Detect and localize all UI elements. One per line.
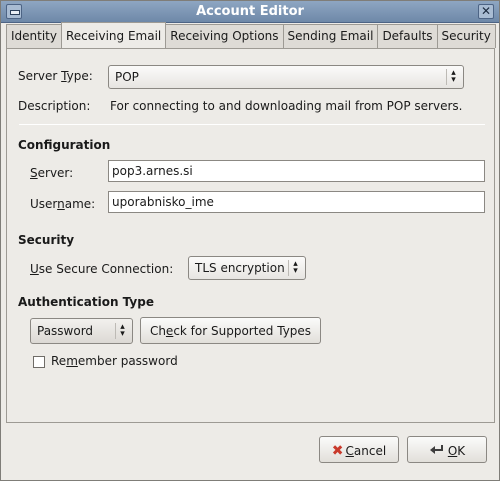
updown-arrow-icon: ▴ ▾ xyxy=(288,260,302,276)
security-heading: Security xyxy=(18,233,75,247)
window-title: Account Editor xyxy=(196,4,304,19)
server-type-select[interactable]: POP ▴ ▾ xyxy=(108,65,464,89)
receiving-email-panel: Server Type: POP ▴ ▾ Description: For con… xyxy=(6,48,495,423)
username-label: Username: xyxy=(30,197,96,211)
tab-security[interactable]: Security xyxy=(436,24,496,48)
tab-identity[interactable]: Identity xyxy=(6,24,62,48)
server-type-label: Server Type: xyxy=(18,69,93,83)
tab-receiving-options[interactable]: Receiving Options xyxy=(165,24,284,48)
auth-type-select[interactable]: Password ▴ ▾ xyxy=(30,318,133,344)
secure-connection-value: TLS encryption xyxy=(195,261,285,275)
title-bar[interactable]: Account Editor ✕ xyxy=(1,1,499,23)
close-icon[interactable]: ✕ xyxy=(478,4,494,19)
account-editor-window: Account Editor ✕ Identity Receiving Emai… xyxy=(0,0,500,481)
ok-enter-icon xyxy=(429,445,443,454)
tab-bar: Identity Receiving Email Receiving Optio… xyxy=(6,22,496,48)
ok-button[interactable]: OK xyxy=(407,436,487,463)
description-label: Description: xyxy=(18,99,91,113)
remember-password-label[interactable]: Remember password xyxy=(51,354,178,368)
updown-arrow-icon: ▴ ▾ xyxy=(115,323,129,339)
tab-defaults[interactable]: Defaults xyxy=(377,24,438,48)
server-field[interactable]: pop3.arnes.si xyxy=(108,160,485,182)
server-label: Server: xyxy=(30,166,74,180)
cancel-button[interactable]: ✖ Cancel xyxy=(319,436,399,463)
username-field[interactable]: uporabnisko_ime xyxy=(108,191,485,213)
tab-receiving-email[interactable]: Receiving Email xyxy=(61,22,167,48)
authentication-heading: Authentication Type xyxy=(18,295,154,309)
tab-sending-email[interactable]: Sending Email xyxy=(282,24,379,48)
description-text: For connecting to and downloading mail f… xyxy=(110,99,463,113)
auth-type-value: Password xyxy=(37,324,94,338)
configuration-heading: Configuration xyxy=(18,138,111,152)
server-type-value: POP xyxy=(115,70,139,84)
cancel-icon: ✖ xyxy=(331,443,344,459)
secure-connection-select[interactable]: TLS encryption ▴ ▾ xyxy=(188,256,306,280)
separator xyxy=(19,124,485,125)
remember-password-checkbox[interactable] xyxy=(33,356,45,368)
updown-arrow-icon: ▴ ▾ xyxy=(446,69,460,85)
secure-connection-label: Use Secure Connection: xyxy=(30,262,174,276)
check-supported-types-button[interactable]: Check for Supported Types xyxy=(140,317,321,344)
